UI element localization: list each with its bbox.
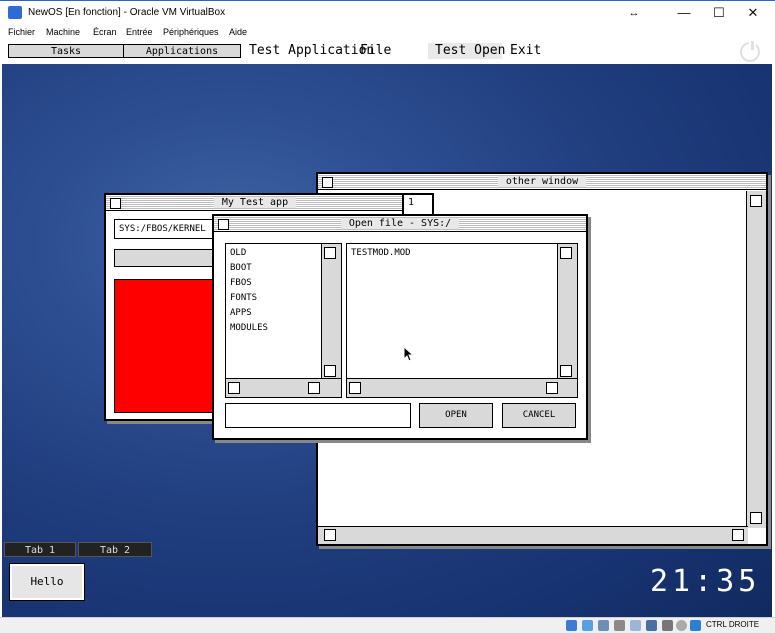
shared-folder-icon[interactable] — [614, 620, 625, 631]
minimize-button[interactable]: — — [672, 3, 696, 23]
scroll-up-box[interactable] — [324, 247, 336, 259]
scroll-left-box[interactable] — [228, 382, 240, 394]
folder-item[interactable]: BOOT — [230, 263, 252, 273]
scroll-left-box[interactable] — [324, 529, 336, 541]
other-window-vscrollbar[interactable] — [746, 191, 766, 528]
menu-fichier[interactable]: Fichier — [8, 27, 35, 37]
menu-entree[interactable]: Entrée — [126, 27, 153, 37]
hidden-window-title: 1 — [408, 197, 415, 208]
host-key-label: CTRL DROITE — [706, 620, 760, 629]
display-icon[interactable] — [630, 620, 641, 631]
scroll-left-box[interactable] — [349, 382, 361, 394]
menu-machine[interactable]: Machine — [46, 27, 80, 37]
menu-aide[interactable]: Aide — [229, 27, 247, 37]
my-test-app-close-box[interactable] — [110, 198, 121, 209]
resize-icon[interactable]: ↔ — [622, 3, 646, 23]
file-item[interactable]: TESTMOD.MOD — [351, 248, 411, 258]
file-list-hscrollbar[interactable] — [347, 378, 577, 397]
tasks-button[interactable]: Tasks — [8, 44, 124, 58]
menu-test-application[interactable]: Test Application — [249, 43, 374, 58]
folder-item[interactable]: FBOS — [230, 278, 252, 288]
folder-item[interactable]: OLD — [230, 248, 246, 258]
cpu-icon[interactable] — [676, 620, 687, 631]
filename-input[interactable] — [225, 403, 411, 428]
optical-drive-icon[interactable] — [582, 620, 593, 631]
open-file-dialog[interactable]: Open file - SYS:/ OLD BOOT FBOS FONTS AP… — [212, 214, 588, 440]
scroll-down-box[interactable] — [324, 365, 336, 377]
host-window-title: NewOS [En fonction] - Oracle VM VirtualB… — [28, 7, 226, 18]
my-test-app-title: My Test app — [213, 197, 297, 208]
folder-item[interactable]: APPS — [230, 308, 252, 318]
scroll-right-box[interactable] — [546, 382, 558, 394]
other-window-title: other window — [497, 176, 587, 187]
other-window-titlebar[interactable]: other window — [318, 174, 766, 190]
menu-ecran[interactable]: Écran — [93, 27, 117, 37]
scroll-up-box[interactable] — [750, 195, 762, 207]
open-file-titlebar[interactable]: Open file - SYS:/ — [214, 216, 586, 232]
folder-item[interactable]: MODULES — [230, 323, 268, 333]
tab-2[interactable]: Tab 2 — [78, 542, 152, 557]
mouse-integration-icon[interactable] — [690, 620, 701, 631]
clock: 21:35 — [650, 564, 761, 599]
close-button[interactable]: ✕ — [741, 3, 765, 23]
menu-test-open[interactable]: Test Open — [435, 43, 505, 58]
usb-icon[interactable] — [598, 620, 609, 631]
other-window-close-box[interactable] — [322, 177, 333, 188]
guest-desktop: Tasks Applications Test Application File… — [2, 41, 772, 617]
disk-icon[interactable] — [566, 620, 577, 631]
cancel-button[interactable]: CANCEL — [502, 403, 576, 428]
scroll-down-box[interactable] — [560, 365, 572, 377]
open-button[interactable]: OPEN — [419, 403, 493, 428]
network-icon[interactable] — [646, 620, 657, 631]
virtualbox-icon — [8, 6, 22, 19]
folder-item[interactable]: FONTS — [230, 293, 257, 303]
menu-exit[interactable]: Exit — [510, 43, 541, 58]
tab-1[interactable]: Tab 1 — [4, 542, 76, 557]
hello-button[interactable]: Hello — [9, 563, 85, 601]
menu-peripheriques[interactable]: Périphériques — [163, 27, 219, 37]
host-statusbar — [0, 617, 775, 633]
applications-button[interactable]: Applications — [123, 44, 241, 58]
my-test-app-titlebar[interactable]: My Test app — [106, 195, 404, 211]
scroll-down-box[interactable] — [750, 512, 762, 524]
folder-list-hscrollbar[interactable] — [226, 378, 341, 397]
menu-file[interactable]: File — [360, 43, 391, 58]
mouse-cursor-icon — [403, 346, 415, 362]
scroll-right-box[interactable] — [732, 529, 744, 541]
recording-icon[interactable] — [662, 620, 673, 631]
scroll-right-box[interactable] — [308, 382, 320, 394]
scroll-up-box[interactable] — [560, 247, 572, 259]
open-file-title: Open file - SYS:/ — [340, 218, 460, 229]
open-file-close-box[interactable] — [218, 219, 229, 230]
file-list[interactable]: TESTMOD.MOD — [346, 243, 578, 398]
maximize-button[interactable]: ☐ — [707, 3, 731, 23]
other-window-hscrollbar[interactable] — [318, 526, 748, 544]
power-icon[interactable] — [740, 41, 760, 62]
folder-list-vscrollbar[interactable] — [321, 244, 341, 381]
folder-list[interactable]: OLD BOOT FBOS FONTS APPS MODULES — [225, 243, 342, 398]
file-list-vscrollbar[interactable] — [557, 244, 577, 381]
